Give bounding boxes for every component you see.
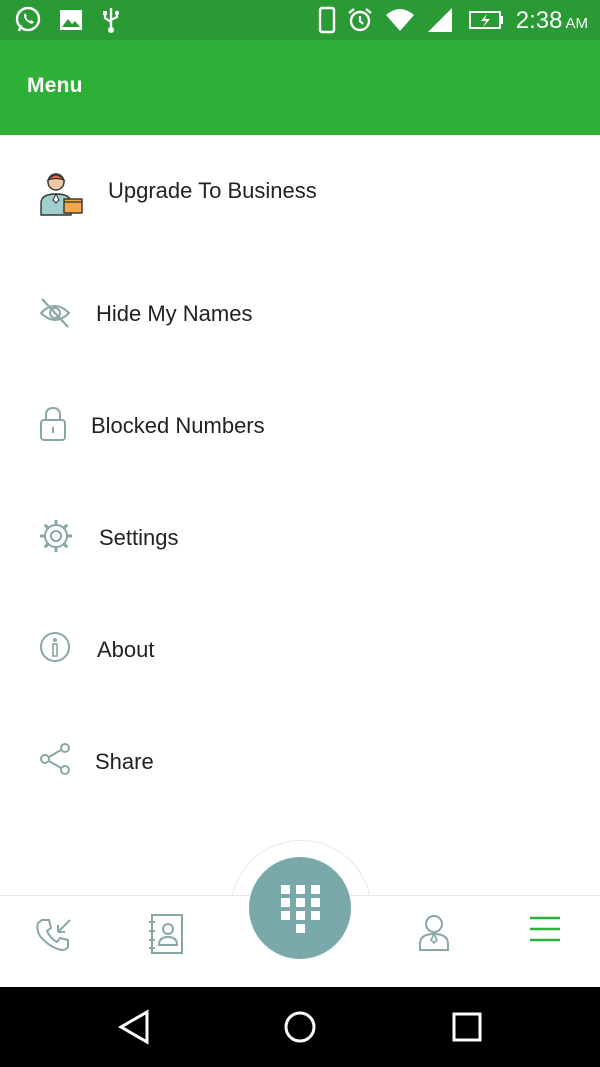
recents-icon[interactable] — [452, 1012, 482, 1047]
menu-item-label: About — [97, 637, 155, 662]
business-person-icon — [38, 172, 84, 223]
share-icon — [38, 742, 72, 781]
menu-item-label: Hide My Names — [96, 301, 253, 326]
gallery-icon — [58, 7, 84, 38]
menu-item-label: Share — [95, 749, 154, 774]
menu-item-settings[interactable]: Settings — [0, 498, 600, 578]
menu-item-label: Upgrade To Business — [108, 178, 317, 203]
menu-item-upgrade-to-business[interactable]: Upgrade To Business — [0, 152, 600, 232]
info-icon — [38, 630, 72, 669]
wifi-icon — [384, 6, 416, 39]
system-nav-bar — [0, 987, 600, 1067]
usb-icon — [100, 6, 122, 39]
whatsapp-icon — [14, 6, 42, 39]
dialpad-button[interactable] — [249, 857, 351, 959]
eye-off-icon — [38, 296, 72, 335]
lock-icon — [38, 406, 68, 447]
signal-icon — [426, 6, 458, 39]
menu-icon[interactable] — [528, 914, 562, 949]
profile-icon[interactable] — [418, 914, 450, 957]
dialpad-icon — [281, 885, 321, 938]
gear-icon — [38, 518, 74, 559]
app-bar: Menu — [0, 40, 600, 135]
contacts-book-icon[interactable] — [146, 913, 186, 960]
clock: 2:38 AM — [515, 7, 588, 34]
menu-item-about[interactable]: About — [0, 610, 600, 690]
alarm-icon — [346, 6, 374, 39]
home-icon[interactable] — [283, 1009, 317, 1050]
menu-item-hide-my-names[interactable]: Hide My Names — [0, 274, 600, 354]
battery-charging-icon — [468, 6, 506, 39]
menu-item-label: Settings — [99, 525, 179, 550]
phone-icon — [318, 6, 336, 39]
status-bar: 2:38 AM — [0, 0, 600, 40]
call-log-icon[interactable] — [36, 916, 74, 959]
menu-item-label: Blocked Numbers — [91, 413, 265, 438]
menu-item-blocked-numbers[interactable]: Blocked Numbers — [0, 386, 600, 466]
back-icon[interactable] — [117, 1009, 151, 1050]
page-title: Menu — [27, 74, 83, 97]
menu-item-share[interactable]: Share — [0, 722, 600, 802]
